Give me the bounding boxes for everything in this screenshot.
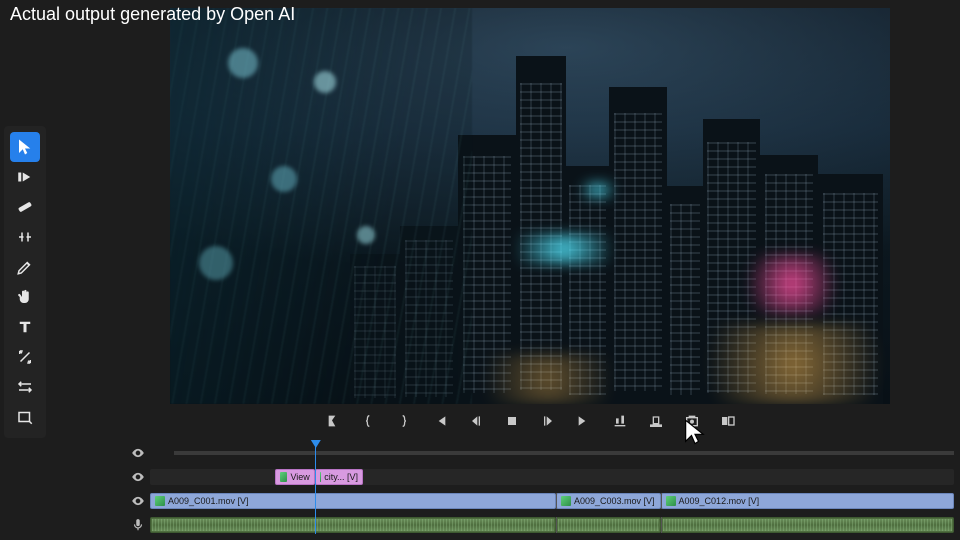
export-frame-icon [684, 413, 700, 429]
remix-tool-button[interactable] [10, 342, 40, 372]
step-back-icon [468, 413, 484, 429]
play-stop-icon [504, 413, 520, 429]
audio-clip[interactable] [661, 517, 954, 533]
clip-label: View [290, 472, 309, 482]
rolling-edit-icon [16, 228, 34, 246]
fx-badge-icon [280, 472, 288, 482]
brace-open-icon [360, 413, 376, 429]
lift-button[interactable] [611, 412, 629, 430]
video-track-1[interactable]: A009_C001.mov [V] A009_C003.mov [V] A009_C… [150, 493, 954, 509]
hand-tool-icon [16, 288, 34, 306]
video-clip[interactable]: View [275, 469, 315, 485]
rolling-edit-button[interactable] [10, 222, 40, 252]
pen-tool-icon [16, 258, 34, 276]
comparison-view-button[interactable] [719, 412, 737, 430]
brace-close-icon [396, 413, 412, 429]
brace-open-button[interactable] [359, 412, 377, 430]
mark-in-icon [324, 413, 340, 429]
lift-icon [612, 413, 628, 429]
microphone-icon [131, 518, 145, 532]
track-toggle-a1[interactable] [126, 518, 150, 532]
go-to-in-button[interactable] [431, 412, 449, 430]
overlay-caption: Actual output generated by Open AI [10, 4, 295, 25]
slip-tool-button[interactable] [10, 372, 40, 402]
video-clip[interactable]: city... [V] [315, 469, 363, 485]
program-monitor[interactable] [170, 8, 890, 404]
clip-label: A009_C001.mov [V] [168, 496, 249, 506]
ripple-edit-button[interactable] [10, 192, 40, 222]
step-forward-icon [540, 413, 556, 429]
brace-close-button[interactable] [395, 412, 413, 430]
clip-label: A009_C003.mov [V] [574, 496, 655, 506]
selection-tool-button[interactable] [10, 132, 40, 162]
audio-track-1[interactable] [150, 517, 954, 533]
extract-icon [648, 413, 664, 429]
go-to-in-icon [432, 413, 448, 429]
clip-label: A009_C012.mov [V] [679, 496, 760, 506]
track-toggle-v2b[interactable] [126, 470, 150, 484]
fx-badge-icon [666, 496, 676, 506]
time-ruler[interactable] [174, 451, 954, 455]
type-tool-button[interactable] [10, 312, 40, 342]
video-clip[interactable]: A009_C003.mov [V] [556, 493, 661, 509]
mark-in-button[interactable] [323, 412, 341, 430]
fx-badge-icon [561, 496, 571, 506]
extract-button[interactable] [647, 412, 665, 430]
eye-icon [131, 470, 145, 484]
play-stop-button[interactable] [503, 412, 521, 430]
track-toggle-v1[interactable] [126, 494, 150, 508]
transport-controls [323, 412, 737, 430]
step-back-button[interactable] [467, 412, 485, 430]
comparison-view-icon [720, 413, 736, 429]
playhead[interactable] [315, 444, 316, 534]
tools-panel [4, 126, 46, 438]
fx-badge-icon [320, 472, 321, 482]
eye-icon [131, 446, 145, 460]
video-clip[interactable]: A009_C001.mov [V] [150, 493, 556, 509]
track-toggle-v2[interactable] [126, 446, 150, 460]
go-to-out-button[interactable] [575, 412, 593, 430]
ripple-edit-icon [16, 198, 34, 216]
video-clip[interactable]: A009_C012.mov [V] [661, 493, 954, 509]
step-forward-button[interactable] [539, 412, 557, 430]
hand-tool-button[interactable] [10, 282, 40, 312]
track-select-forward-button[interactable] [10, 162, 40, 192]
rectangle-tool-icon [16, 408, 34, 426]
track-select-forward-icon [16, 168, 34, 186]
export-frame-button[interactable] [683, 412, 701, 430]
rectangle-tool-button[interactable] [10, 402, 40, 432]
selection-tool-icon [16, 138, 34, 156]
slip-tool-icon [16, 378, 34, 396]
audio-clip[interactable] [556, 517, 661, 533]
type-tool-icon [16, 318, 34, 336]
eye-icon [131, 494, 145, 508]
timeline-panel[interactable]: Viewcity... [V] A009_C001.mov [V]A009_C0… [100, 444, 960, 534]
clip-label: city... [V] [324, 472, 358, 482]
pen-tool-button[interactable] [10, 252, 40, 282]
audio-clip[interactable] [150, 517, 556, 533]
remix-tool-icon [16, 348, 34, 366]
fx-badge-icon [155, 496, 165, 506]
video-track-2[interactable]: View city... [V] [150, 469, 954, 485]
go-to-out-icon [576, 413, 592, 429]
